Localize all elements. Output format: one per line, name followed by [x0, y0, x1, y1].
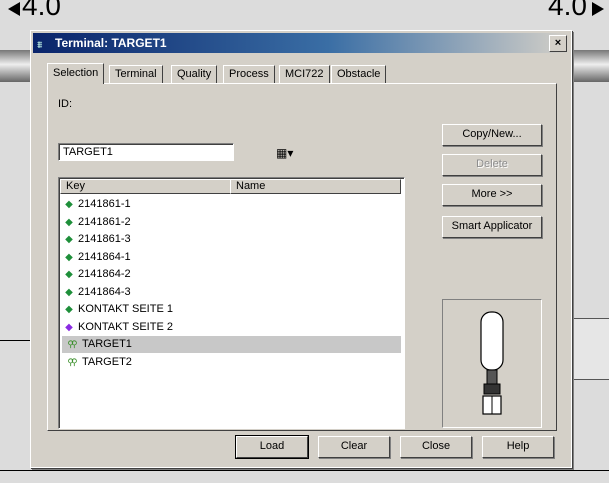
list-item-key: TARGET2 [82, 355, 132, 368]
list-item[interactable]: ◆ KONTAKT SEITE 1 [62, 301, 401, 318]
list-item-key: KONTAKT SEITE 1 [78, 303, 173, 315]
list-item[interactable]: ◆ 2141864-1 [62, 249, 401, 266]
list-item-key: 2141861-2 [78, 215, 131, 228]
frame-line [0, 340, 30, 341]
target-pair-icon: ⚲⚲ [67, 339, 77, 349]
clear-button[interactable]: Clear [318, 436, 390, 458]
id-field[interactable]: TARGET1 [58, 143, 234, 161]
tab-process[interactable]: Process [223, 65, 275, 83]
list-item-key: TARGET1 [82, 338, 132, 350]
green-diamond-icon: ◆ [65, 216, 73, 228]
tab-mci722[interactable]: MCI722 [279, 65, 330, 83]
column-name[interactable]: Name [230, 179, 401, 194]
terminal-app-icon: ⩩ [37, 40, 43, 51]
list-item-key: 2141864-3 [78, 285, 131, 298]
tab-selection[interactable]: Selection [47, 63, 105, 84]
list-item[interactable]: ⚲⚲ TARGET2 [62, 354, 401, 371]
tab-terminal[interactable]: Terminal [109, 65, 163, 83]
green-diamond-icon: ◆ [65, 269, 73, 280]
green-diamond-icon: ◆ [65, 304, 73, 315]
cable-cylinder-right [570, 50, 609, 82]
list-item-key: KONTAKT SEITE 2 [78, 320, 173, 333]
cad-part-right [570, 318, 609, 380]
purple-diamond-icon: ◆ [65, 321, 73, 333]
dialog-title: Terminal: TARGET1 [55, 36, 167, 50]
terminal-dialog: ⩩ Terminal: TARGET1 × Selection Terminal… [30, 30, 572, 468]
dimension-arrow-icon [592, 2, 604, 16]
terminal-list[interactable]: Key Name ◆ 2141861-1 ◆ 2141861-2 ◆ 2141861-3 ◆… [58, 177, 405, 429]
list-item[interactable]: ◆ 2141864-3 [62, 284, 401, 301]
list-item[interactable]: ◆ 2141861-1 [62, 196, 401, 213]
frame-line [0, 470, 609, 471]
list-item[interactable]: ◆ 2141864-2 [62, 266, 401, 283]
dimension-left: 4.0 [22, 0, 61, 21]
smart-applicator-button[interactable]: Smart Applicator [442, 216, 542, 238]
help-button[interactable]: Help [482, 436, 554, 458]
id-label: ID: [58, 98, 73, 110]
list-item-key: 2141861-1 [78, 198, 131, 210]
list-header: Key Name [60, 179, 403, 194]
list-item-key: 2141861-3 [78, 233, 131, 245]
list-item[interactable]: ◆ KONTAKT SEITE 2 [62, 319, 401, 336]
delete-button[interactable]: Delete [442, 154, 542, 176]
column-key[interactable]: Key [60, 179, 231, 194]
close-button[interactable]: Close [400, 436, 472, 458]
green-diamond-icon: ◆ [65, 286, 73, 298]
more-button[interactable]: More >> [442, 184, 542, 206]
terminal-preview [442, 299, 542, 428]
list-item[interactable]: ⚲⚲ TARGET1 [62, 336, 401, 353]
green-diamond-icon: ◆ [65, 199, 73, 210]
load-button[interactable]: Load [235, 435, 309, 459]
close-icon[interactable]: × [549, 35, 567, 52]
selection-panel: ID: TARGET1 ▦▾ Key Name ◆ 2141861-1 ◆ 21418… [47, 83, 557, 431]
list-item[interactable]: ◆ 2141861-3 [62, 231, 401, 248]
green-diamond-icon: ◆ [65, 234, 73, 245]
target-pair-icon: ⚲⚲ [67, 356, 77, 367]
list-item[interactable]: ◆ 2141861-2 [62, 214, 401, 231]
list-item-key: 2141864-2 [78, 268, 131, 280]
dimension-arrow-icon [8, 2, 20, 16]
list-item-key: 2141864-1 [78, 250, 131, 263]
grid-dropdown-icon[interactable]: ▦▾ [276, 146, 293, 160]
dimension-right: 4.0 [548, 0, 587, 21]
terminal-pin-icon [480, 311, 504, 415]
tab-quality[interactable]: Quality [171, 65, 218, 83]
copy-new-button[interactable]: Copy/New... [442, 124, 542, 146]
tab-obstacle[interactable]: Obstacle [331, 65, 387, 83]
green-diamond-icon: ◆ [65, 251, 73, 263]
title-bar[interactable]: ⩩ Terminal: TARGET1 × [33, 33, 569, 53]
